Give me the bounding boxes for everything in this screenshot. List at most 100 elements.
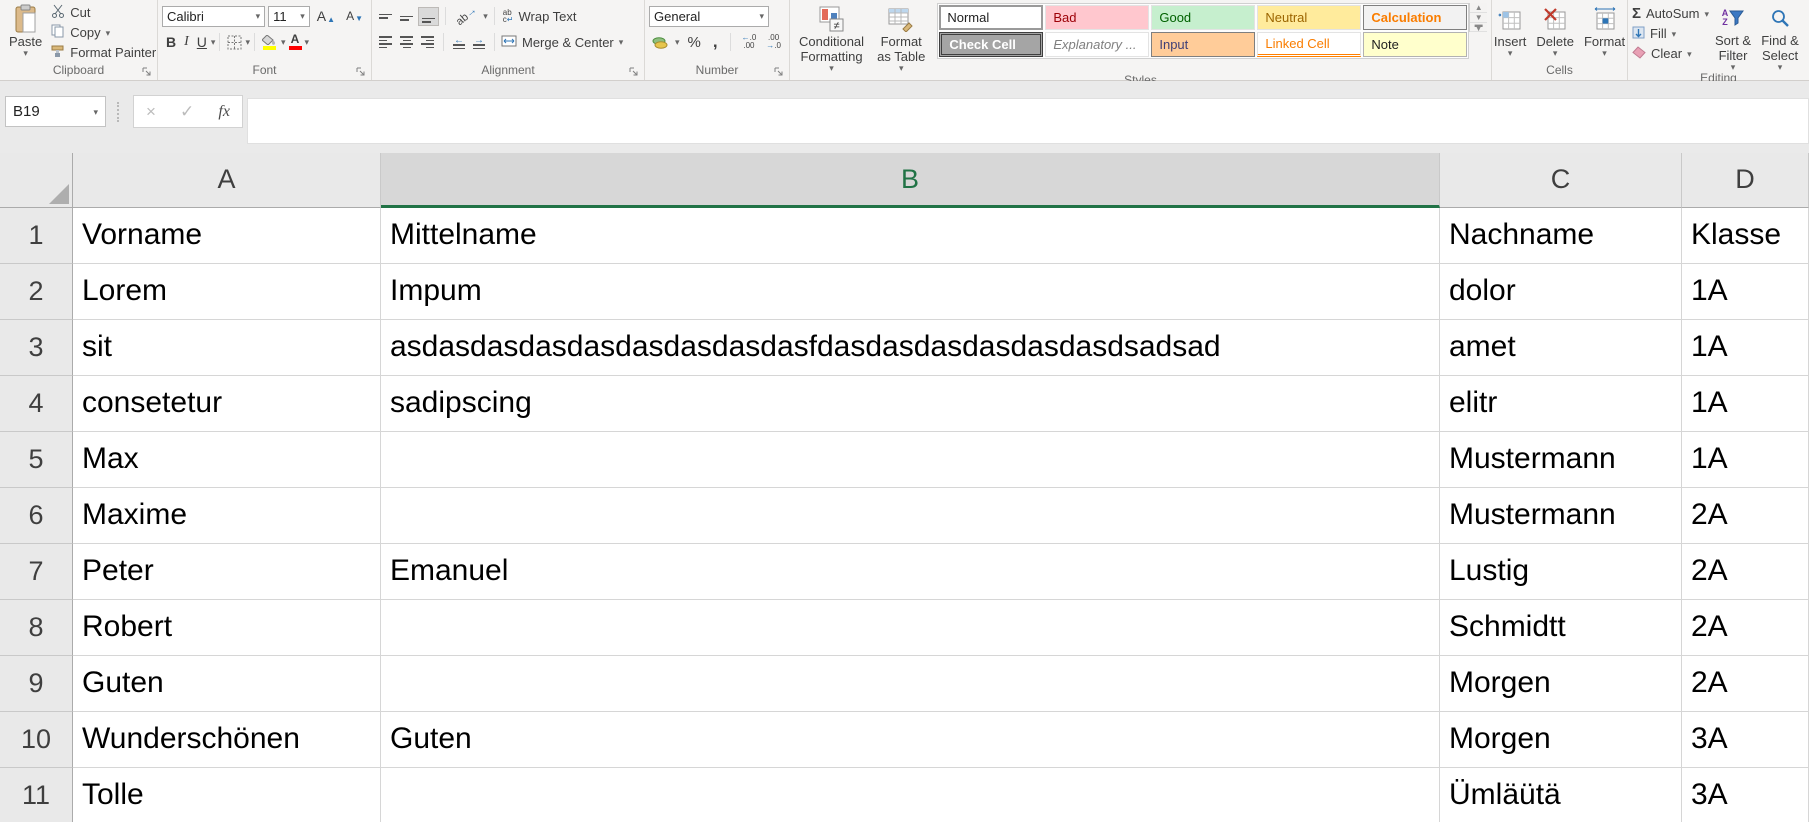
- cell-A6[interactable]: Maxime: [73, 488, 381, 544]
- row-header-1[interactable]: 1: [0, 208, 73, 264]
- decrease-font-button[interactable]: A▼: [342, 8, 367, 24]
- number-format-select[interactable]: General▾: [649, 6, 769, 27]
- cell-C6[interactable]: Mustermann: [1440, 488, 1682, 544]
- cell-A4[interactable]: consetetur: [73, 376, 381, 432]
- cell-B7[interactable]: Emanuel: [381, 544, 1440, 600]
- cell-A5[interactable]: Max: [73, 432, 381, 488]
- wrap-text-button[interactable]: abc↵ Wrap Text: [503, 7, 577, 26]
- select-all-corner[interactable]: [0, 153, 73, 208]
- autosum-button[interactable]: Σ AutoSum ▾: [1632, 4, 1709, 23]
- format-as-table-button[interactable]: Format as Table ▾: [869, 3, 933, 73]
- cell-A3[interactable]: sit: [73, 320, 381, 376]
- increase-font-button[interactable]: A▲: [313, 7, 339, 25]
- cell-B8[interactable]: [381, 600, 1440, 656]
- cell-D8[interactable]: 2A: [1682, 600, 1809, 656]
- cell-D6[interactable]: 2A: [1682, 488, 1809, 544]
- conditional-formatting-button[interactable]: ≠ Conditional Formatting ▾: [794, 3, 869, 73]
- font-size-select[interactable]: 11▾: [268, 6, 310, 27]
- cell-B6[interactable]: [381, 488, 1440, 544]
- style-chip-note[interactable]: Note: [1363, 32, 1467, 57]
- cancel-button[interactable]: ×: [146, 102, 156, 122]
- row-header-2[interactable]: 2: [0, 264, 73, 320]
- merge-center-button[interactable]: Merge & Center ▾: [501, 33, 623, 52]
- style-chip-bad[interactable]: Bad: [1045, 5, 1149, 30]
- align-bottom-button[interactable]: [418, 7, 439, 26]
- accounting-dropdown-arrow[interactable]: ▾: [675, 38, 680, 46]
- cell-C8[interactable]: Schmidtt: [1440, 600, 1682, 656]
- percent-style-button[interactable]: %: [684, 33, 705, 52]
- cell-B4[interactable]: sadipscing: [381, 376, 1440, 432]
- clipboard-dialog-launcher[interactable]: [142, 65, 154, 77]
- row-header-7[interactable]: 7: [0, 544, 73, 600]
- cell-C2[interactable]: dolor: [1440, 264, 1682, 320]
- align-middle-button[interactable]: [397, 10, 416, 23]
- cell-A8[interactable]: Robert: [73, 600, 381, 656]
- cell-D7[interactable]: 2A: [1682, 544, 1809, 600]
- copy-button[interactable]: Copy ▾: [51, 23, 156, 42]
- decrease-decimal-button[interactable]: .00→.0: [763, 32, 784, 52]
- cell-C11[interactable]: Ümläütä: [1440, 768, 1682, 822]
- font-color-dropdown-arrow[interactable]: ▾: [305, 38, 310, 46]
- row-header-9[interactable]: 9: [0, 656, 73, 712]
- find-select-button[interactable]: Find & Select ▾: [1757, 3, 1803, 71]
- cell-A11[interactable]: Tolle: [73, 768, 381, 822]
- insert-cells-button[interactable]: Insert ▾: [1489, 3, 1532, 58]
- cell-B2[interactable]: Impum: [381, 264, 1440, 320]
- gallery-scroll-up[interactable]: ▲: [1470, 3, 1487, 13]
- cell-C4[interactable]: elitr: [1440, 376, 1682, 432]
- orientation-dropdown-arrow[interactable]: ▾: [483, 12, 488, 20]
- cell-B9[interactable]: [381, 656, 1440, 712]
- cell-D3[interactable]: 1A: [1682, 320, 1809, 376]
- name-box[interactable]: B19 ▾: [5, 96, 106, 127]
- cell-D2[interactable]: 1A: [1682, 264, 1809, 320]
- borders-dropdown-arrow[interactable]: ▾: [245, 38, 250, 46]
- underline-button[interactable]: U: [193, 33, 211, 51]
- decrease-indent-button[interactable]: ←: [450, 33, 468, 51]
- cell-D4[interactable]: 1A: [1682, 376, 1809, 432]
- cell-D9[interactable]: 2A: [1682, 656, 1809, 712]
- fill-color-button[interactable]: [259, 33, 281, 52]
- accounting-format-button[interactable]: [649, 34, 671, 51]
- comma-style-button[interactable]: ,: [709, 31, 722, 53]
- style-chip-good[interactable]: Good: [1151, 5, 1255, 30]
- column-header-D[interactable]: D: [1682, 153, 1809, 208]
- cell-D10[interactable]: 3A: [1682, 712, 1809, 768]
- column-header-B[interactable]: B: [381, 153, 1440, 208]
- style-chip-check[interactable]: Check Cell: [939, 32, 1043, 57]
- row-header-4[interactable]: 4: [0, 376, 73, 432]
- clear-button[interactable]: Clear ▾: [1632, 44, 1709, 63]
- style-chip-neutral[interactable]: Neutral: [1257, 5, 1361, 30]
- cell-D1[interactable]: Klasse: [1682, 208, 1809, 264]
- cell-B5[interactable]: [381, 432, 1440, 488]
- row-header-11[interactable]: 11: [0, 768, 73, 822]
- delete-cells-button[interactable]: Delete ▾: [1531, 3, 1579, 58]
- cell-B10[interactable]: Guten: [381, 712, 1440, 768]
- bold-button[interactable]: B: [162, 33, 180, 51]
- increase-decimal-button[interactable]: ←.0.00: [739, 32, 760, 52]
- cell-D11[interactable]: 3A: [1682, 768, 1809, 822]
- format-cells-button[interactable]: Format ▾: [1579, 3, 1630, 58]
- paste-button[interactable]: Paste ▾: [4, 3, 47, 58]
- font-dialog-launcher[interactable]: [356, 65, 368, 77]
- style-chip-explanatory[interactable]: Explanatory ...: [1045, 32, 1149, 57]
- column-header-A[interactable]: A: [73, 153, 381, 208]
- cell-C1[interactable]: Nachname: [1440, 208, 1682, 264]
- row-header-10[interactable]: 10: [0, 712, 73, 768]
- gallery-expand[interactable]: ▬▼: [1470, 23, 1487, 32]
- cell-D5[interactable]: 1A: [1682, 432, 1809, 488]
- cell-C3[interactable]: amet: [1440, 320, 1682, 376]
- alignment-dialog-launcher[interactable]: [629, 65, 641, 77]
- row-header-3[interactable]: 3: [0, 320, 73, 376]
- borders-button[interactable]: [224, 33, 245, 52]
- cell-A1[interactable]: Vorname: [73, 208, 381, 264]
- number-dialog-launcher[interactable]: [774, 65, 786, 77]
- style-chip-normal[interactable]: Normal: [939, 5, 1043, 30]
- row-header-8[interactable]: 8: [0, 600, 73, 656]
- align-top-button[interactable]: [376, 12, 395, 21]
- insert-function-button[interactable]: fx: [218, 103, 230, 121]
- row-header-5[interactable]: 5: [0, 432, 73, 488]
- increase-indent-button[interactable]: →: [470, 33, 488, 51]
- cell-C9[interactable]: Morgen: [1440, 656, 1682, 712]
- cell-A9[interactable]: Guten: [73, 656, 381, 712]
- cell-A10[interactable]: Wunderschönen: [73, 712, 381, 768]
